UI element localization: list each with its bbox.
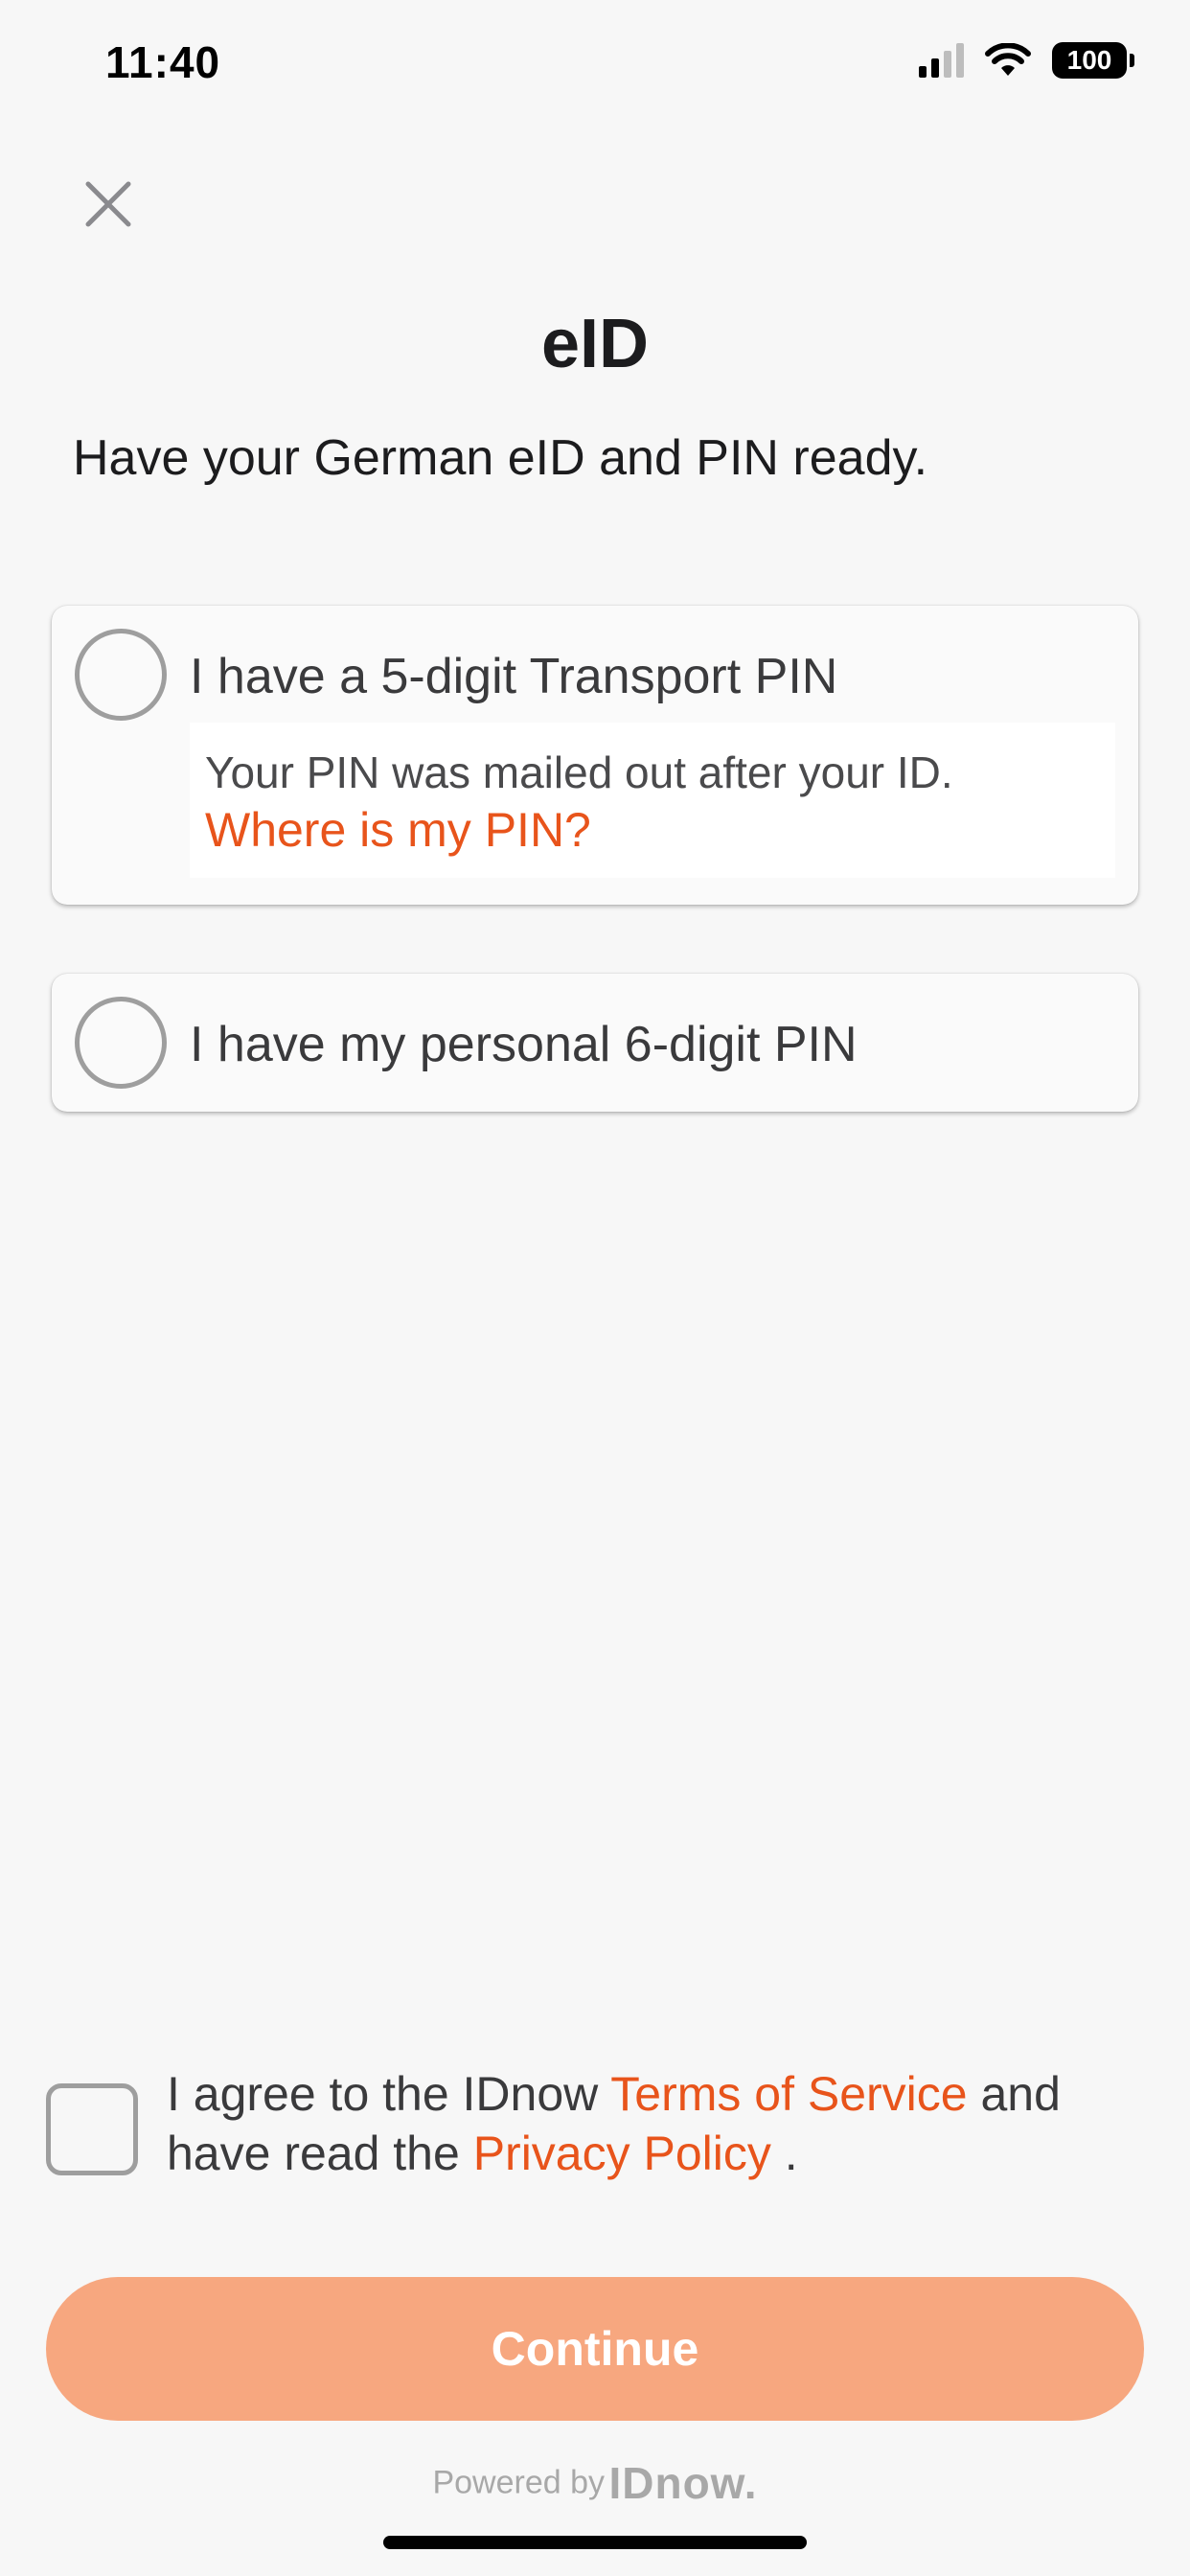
signal-icon xyxy=(919,43,964,78)
pin-hint-text: Your PIN was mailed out after your ID. xyxy=(205,748,953,797)
powered-by: Powered by IDnow. xyxy=(0,2457,1190,2509)
page-subtitle: Have your German eID and PIN ready. xyxy=(73,430,928,486)
radio-button[interactable] xyxy=(75,997,167,1089)
wifi-icon xyxy=(985,43,1031,76)
home-indicator xyxy=(383,2536,807,2549)
where-is-my-pin-link[interactable]: Where is my PIN? xyxy=(205,801,1100,859)
status-icons: 100 xyxy=(919,42,1134,79)
radio-button[interactable] xyxy=(75,629,167,721)
terms-of-service-link[interactable]: Terms of Service xyxy=(610,2067,967,2121)
option-label: I have a 5-digit Transport PIN xyxy=(190,649,838,704)
agreement-suffix: . xyxy=(770,2127,798,2180)
agreement-text: I agree to the IDnow Terms of Service an… xyxy=(167,2064,1154,2183)
battery-icon: 100 xyxy=(1052,42,1134,79)
option-label: I have my personal 6-digit PIN xyxy=(190,1017,858,1072)
agree-checkbox[interactable] xyxy=(46,2083,138,2175)
screen: 11:40 100 eID Have your German eID and P… xyxy=(0,0,1190,2576)
close-icon xyxy=(85,181,131,227)
option-personal-pin[interactable]: I have my personal 6-digit PIN xyxy=(52,974,1138,1112)
privacy-policy-link[interactable]: Privacy Policy xyxy=(473,2127,771,2180)
idnow-logo: IDnow. xyxy=(608,2458,758,2508)
option-transport-pin[interactable]: I have a 5-digit Transport PIN Your PIN … xyxy=(52,606,1138,905)
close-button[interactable] xyxy=(77,172,140,236)
continue-button[interactable]: Continue xyxy=(46,2277,1144,2421)
status-time: 11:40 xyxy=(105,37,221,87)
powered-by-label: Powered by xyxy=(432,2464,606,2501)
pin-hint-box: Your PIN was mailed out after your ID. W… xyxy=(190,723,1115,878)
agreement-prefix: I agree to the IDnow xyxy=(167,2067,611,2121)
page-title: eID xyxy=(540,306,650,382)
